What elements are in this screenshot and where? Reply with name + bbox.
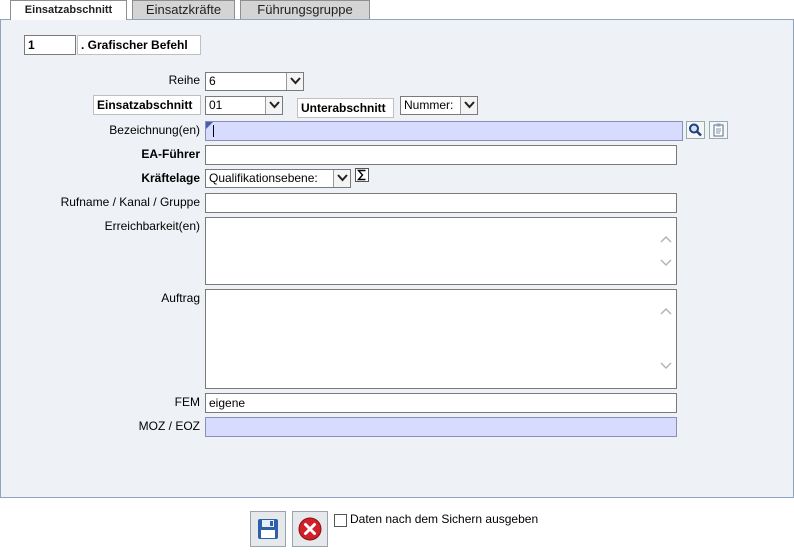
print-after-save-label: Daten nach dem Sichern ausgeben bbox=[350, 512, 539, 526]
chevron-down-icon[interactable] bbox=[265, 97, 282, 114]
magnifier-icon[interactable] bbox=[686, 121, 705, 139]
auftrag-label: Auftrag bbox=[161, 291, 200, 305]
floppy-disk-icon bbox=[258, 519, 278, 539]
ea-fuehrer-label: EA-Führer bbox=[141, 147, 200, 161]
erreichbarkeit-label: Erreichbarkeit(en) bbox=[104, 219, 200, 233]
scroll-up-icon[interactable] bbox=[660, 307, 672, 315]
red-x-icon bbox=[298, 517, 322, 541]
auftrag-textarea[interactable] bbox=[205, 289, 677, 389]
clipboard-icon[interactable] bbox=[709, 121, 728, 139]
scroll-down-icon[interactable] bbox=[660, 362, 672, 370]
corner-marker-icon bbox=[206, 122, 213, 129]
sigma-icon[interactable] bbox=[355, 168, 369, 182]
unterabschnitt-label: Unterabschnitt bbox=[297, 98, 394, 118]
einsatzabschnitt-label: Einsatzabschnitt bbox=[93, 95, 201, 115]
reihe-label: Reihe bbox=[168, 73, 200, 87]
fem-input[interactable]: eigene bbox=[205, 393, 677, 413]
einsatzabschnitt-select[interactable]: 01 bbox=[205, 96, 283, 115]
bezeichnung-label: Bezeichnung(en) bbox=[109, 123, 200, 137]
scroll-down-icon[interactable] bbox=[660, 259, 672, 267]
reihe-value: 6 bbox=[209, 74, 216, 88]
unterabschnitt-value: Nummer: bbox=[404, 98, 454, 112]
unterabschnitt-select[interactable]: Nummer: bbox=[400, 96, 478, 115]
chevron-down-icon[interactable] bbox=[333, 170, 350, 187]
fem-label: FEM bbox=[174, 395, 200, 409]
moz-eoz-label: MOZ / EOZ bbox=[138, 419, 200, 433]
text-cursor bbox=[213, 125, 214, 137]
kraeftelage-value: Qualifikationsebene: bbox=[209, 171, 318, 185]
erreichbarkeit-textarea[interactable] bbox=[205, 217, 677, 285]
tab-einsatzkraefte[interactable]: Einsatzkräfte bbox=[132, 0, 235, 19]
reihe-select[interactable]: 6 bbox=[205, 72, 304, 91]
chevron-down-icon[interactable] bbox=[286, 73, 303, 90]
scroll-up-icon[interactable] bbox=[660, 235, 672, 243]
befehl-title: . Grafischer Befehl bbox=[77, 35, 201, 55]
kraeftelage-label: Kräftelage bbox=[141, 171, 200, 185]
tab-fuehrungsgruppe[interactable]: Führungsgruppe bbox=[240, 0, 370, 19]
einsatzabschnitt-value: 01 bbox=[209, 98, 223, 112]
ea-fuehrer-input[interactable] bbox=[205, 145, 677, 165]
tab-einsatzabschnitt[interactable]: Einsatzabschnitt bbox=[10, 0, 127, 20]
rufname-input[interactable] bbox=[205, 193, 677, 213]
moz-eoz-input[interactable] bbox=[205, 417, 677, 437]
save-button[interactable] bbox=[250, 511, 286, 547]
cancel-button[interactable] bbox=[292, 511, 328, 547]
befehl-number-input[interactable]: 1 bbox=[24, 35, 76, 55]
bezeichnung-input[interactable] bbox=[205, 121, 683, 141]
kraeftelage-select[interactable]: Qualifikationsebene: bbox=[205, 169, 351, 188]
print-after-save-checkbox[interactable] bbox=[334, 514, 347, 527]
chevron-down-icon[interactable] bbox=[460, 97, 477, 114]
rufname-label: Rufname / Kanal / Gruppe bbox=[60, 195, 200, 209]
